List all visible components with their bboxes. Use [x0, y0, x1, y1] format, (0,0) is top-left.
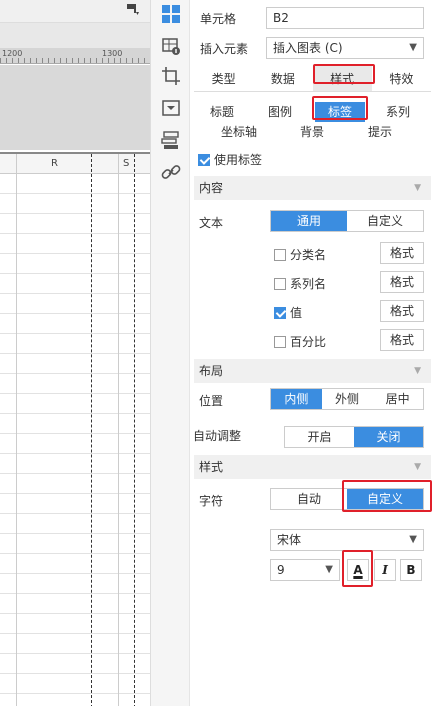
- style-section-title: 样式: [199, 460, 224, 474]
- auto-adjust-off[interactable]: 关闭: [354, 427, 423, 447]
- cell-field[interactable]: B2: [266, 7, 424, 29]
- ruler: 1200 1300: [0, 48, 150, 64]
- tab-type[interactable]: 类型: [194, 66, 253, 91]
- checkbox-icon: [274, 249, 286, 261]
- chevron-down-icon: ▼: [409, 534, 417, 545]
- subtab-tooltip[interactable]: 提示: [352, 122, 408, 142]
- checkbox-icon: [274, 278, 286, 290]
- value-format-button[interactable]: 格式: [380, 300, 424, 322]
- category-name-text: 分类名: [290, 248, 327, 262]
- sheet-toolbar: [0, 22, 150, 48]
- checkbox-checked-icon: [274, 307, 286, 319]
- chevron-down-icon: ▼: [325, 564, 333, 575]
- ruler-mark: 1200: [2, 49, 23, 58]
- ruler-ticks: [0, 58, 150, 63]
- font-color-button[interactable]: A: [347, 559, 369, 581]
- chart-property-panel: 单元格 B2 插入元素 插入图表 (C) ▼ 类型 数据 样式 特效 标题 图例…: [190, 0, 435, 706]
- auto-adjust-on[interactable]: 开启: [285, 427, 354, 447]
- percent-format-button[interactable]: 格式: [380, 329, 424, 351]
- text-option-custom[interactable]: 自定义: [347, 211, 423, 231]
- spreadsheet-area: 1200 1300 R S: [0, 0, 150, 706]
- paint-format-icon[interactable]: [126, 3, 140, 17]
- text-option-general[interactable]: 通用: [271, 211, 347, 231]
- property-tabs: 类型 数据 样式 特效: [194, 66, 431, 92]
- collapse-triangle-icon: ▼: [414, 366, 421, 376]
- chevron-down-icon: ▼: [409, 42, 417, 53]
- insert-element-value: 插入图表 (C): [273, 41, 343, 55]
- condition-icon[interactable]: [161, 130, 181, 150]
- checkbox-checked-icon: [198, 154, 210, 166]
- page-break-line: [134, 154, 135, 706]
- subtab-series[interactable]: 系列: [370, 102, 426, 122]
- content-section-header[interactable]: 内容 ▼: [194, 176, 431, 200]
- position-option-center[interactable]: 居中: [372, 389, 424, 409]
- tab-style[interactable]: 样式: [312, 66, 372, 91]
- subtab-axis[interactable]: 坐标轴: [204, 122, 274, 142]
- position-toggle: 内侧 外侧 居中: [270, 388, 424, 410]
- series-name-text: 系列名: [290, 277, 327, 291]
- widget-icon[interactable]: [161, 98, 181, 118]
- canvas-background: [0, 65, 150, 150]
- char-option-auto[interactable]: 自动: [271, 489, 347, 509]
- position-label: 位置: [199, 394, 224, 408]
- style-section-header[interactable]: 样式 ▼: [194, 455, 431, 479]
- page-break-line: [91, 154, 92, 706]
- layout-section-title: 布局: [199, 364, 224, 378]
- subtab-legend[interactable]: 图例: [252, 102, 308, 122]
- font-size-select[interactable]: 9 ▼: [270, 559, 340, 581]
- value-text: 值: [290, 306, 303, 320]
- column-header-s[interactable]: S: [123, 158, 129, 169]
- char-label: 字符: [199, 494, 224, 508]
- cell-label: 单元格: [200, 12, 237, 26]
- property-icon-bar: [150, 0, 190, 706]
- percent-checkbox[interactable]: 百分比: [274, 333, 326, 350]
- char-option-custom[interactable]: 自定义: [347, 489, 423, 509]
- tab-data[interactable]: 数据: [253, 66, 312, 91]
- tab-effect[interactable]: 特效: [372, 66, 431, 91]
- cell-attribute-icon[interactable]: [161, 66, 181, 86]
- series-format-button[interactable]: 格式: [380, 271, 424, 293]
- value-checkbox[interactable]: 值: [274, 304, 302, 321]
- content-section-title: 内容: [199, 181, 224, 195]
- auto-adjust-label: 自动调整: [193, 429, 242, 443]
- cell-icon[interactable]: [161, 4, 181, 24]
- sheet-top-bar: [0, 0, 150, 22]
- subtab-title[interactable]: 标题: [194, 102, 250, 122]
- layout-section-header[interactable]: 布局 ▼: [194, 359, 431, 383]
- checkbox-icon: [274, 336, 286, 348]
- hyperlink-icon[interactable]: [161, 162, 181, 182]
- percent-text: 百分比: [290, 335, 327, 349]
- text-label: 文本: [199, 216, 224, 230]
- subtab-background[interactable]: 背景: [284, 122, 340, 142]
- series-name-checkbox[interactable]: 系列名: [274, 275, 326, 292]
- bold-button[interactable]: B: [400, 559, 422, 581]
- column-header-r[interactable]: R: [51, 158, 58, 169]
- grid-line: [118, 154, 119, 706]
- italic-button[interactable]: I: [374, 559, 396, 581]
- cell-element-icon[interactable]: [161, 36, 181, 56]
- position-option-outside[interactable]: 外侧: [321, 389, 373, 409]
- insert-element-select[interactable]: 插入图表 (C) ▼: [266, 37, 424, 59]
- ruler-mark: 1300: [102, 49, 123, 58]
- use-label-text: 使用标签: [214, 153, 263, 167]
- char-mode-toggle: 自动 自定义: [270, 488, 424, 510]
- category-name-checkbox[interactable]: 分类名: [274, 246, 326, 263]
- grid-line: [16, 154, 17, 706]
- auto-adjust-toggle: 开启 关闭: [284, 426, 424, 448]
- font-size-value: 9: [277, 563, 285, 577]
- column-header-row: R S: [0, 154, 150, 174]
- subtab-label[interactable]: 标签: [315, 102, 365, 122]
- cell-grid[interactable]: R S: [0, 152, 150, 706]
- font-family-value: 宋体: [277, 533, 302, 547]
- category-format-button[interactable]: 格式: [380, 242, 424, 264]
- position-option-inside[interactable]: 内侧: [271, 389, 322, 409]
- text-mode-toggle: 通用 自定义: [270, 210, 424, 232]
- collapse-triangle-icon: ▼: [414, 462, 421, 472]
- insert-element-label: 插入元素: [200, 42, 249, 56]
- collapse-triangle-icon: ▼: [414, 183, 421, 193]
- use-label-checkbox[interactable]: 使用标签: [198, 151, 262, 168]
- font-family-select[interactable]: 宋体 ▼: [270, 529, 424, 551]
